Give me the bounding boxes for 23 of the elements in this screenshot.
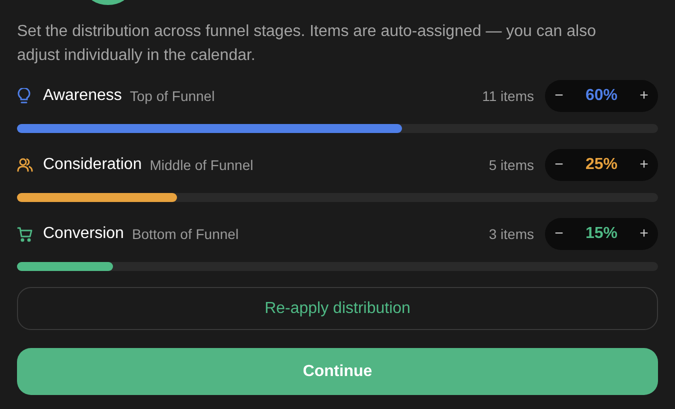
- stage-name: Conversion: [43, 224, 124, 244]
- decrease-button[interactable]: −: [553, 154, 565, 176]
- item-count: 11 items: [482, 86, 534, 106]
- stage-subtitle: Middle of Funnel: [150, 156, 254, 174]
- increase-button[interactable]: +: [638, 222, 650, 246]
- stage-name: Awareness: [43, 86, 122, 106]
- stage-subtitle: Top of Funnel: [130, 86, 215, 106]
- cart-icon: [17, 226, 33, 242]
- increase-button[interactable]: +: [638, 84, 650, 108]
- percent-value: 15%: [584, 224, 619, 244]
- stage-subtitle: Bottom of Funnel: [132, 224, 239, 244]
- decrease-button[interactable]: −: [553, 84, 565, 108]
- lightbulb-icon: [17, 88, 31, 104]
- percent-value: 60%: [584, 86, 619, 106]
- people-icon: [17, 158, 33, 172]
- decrease-button[interactable]: −: [553, 222, 565, 246]
- stage-name: Consideration: [43, 155, 142, 175]
- item-count: 5 items: [488, 156, 534, 174]
- increase-button[interactable]: +: [638, 154, 650, 176]
- description-text: Set the distribution across funnel stages. Items are auto-assigned — you can also adjust individually in the calendar.: [17, 22, 597, 66]
- reapply-button[interactable]: Re-apply distribution: [17, 287, 658, 330]
- percent-value: 25%: [584, 155, 619, 175]
- item-count: 3 items: [488, 224, 534, 244]
